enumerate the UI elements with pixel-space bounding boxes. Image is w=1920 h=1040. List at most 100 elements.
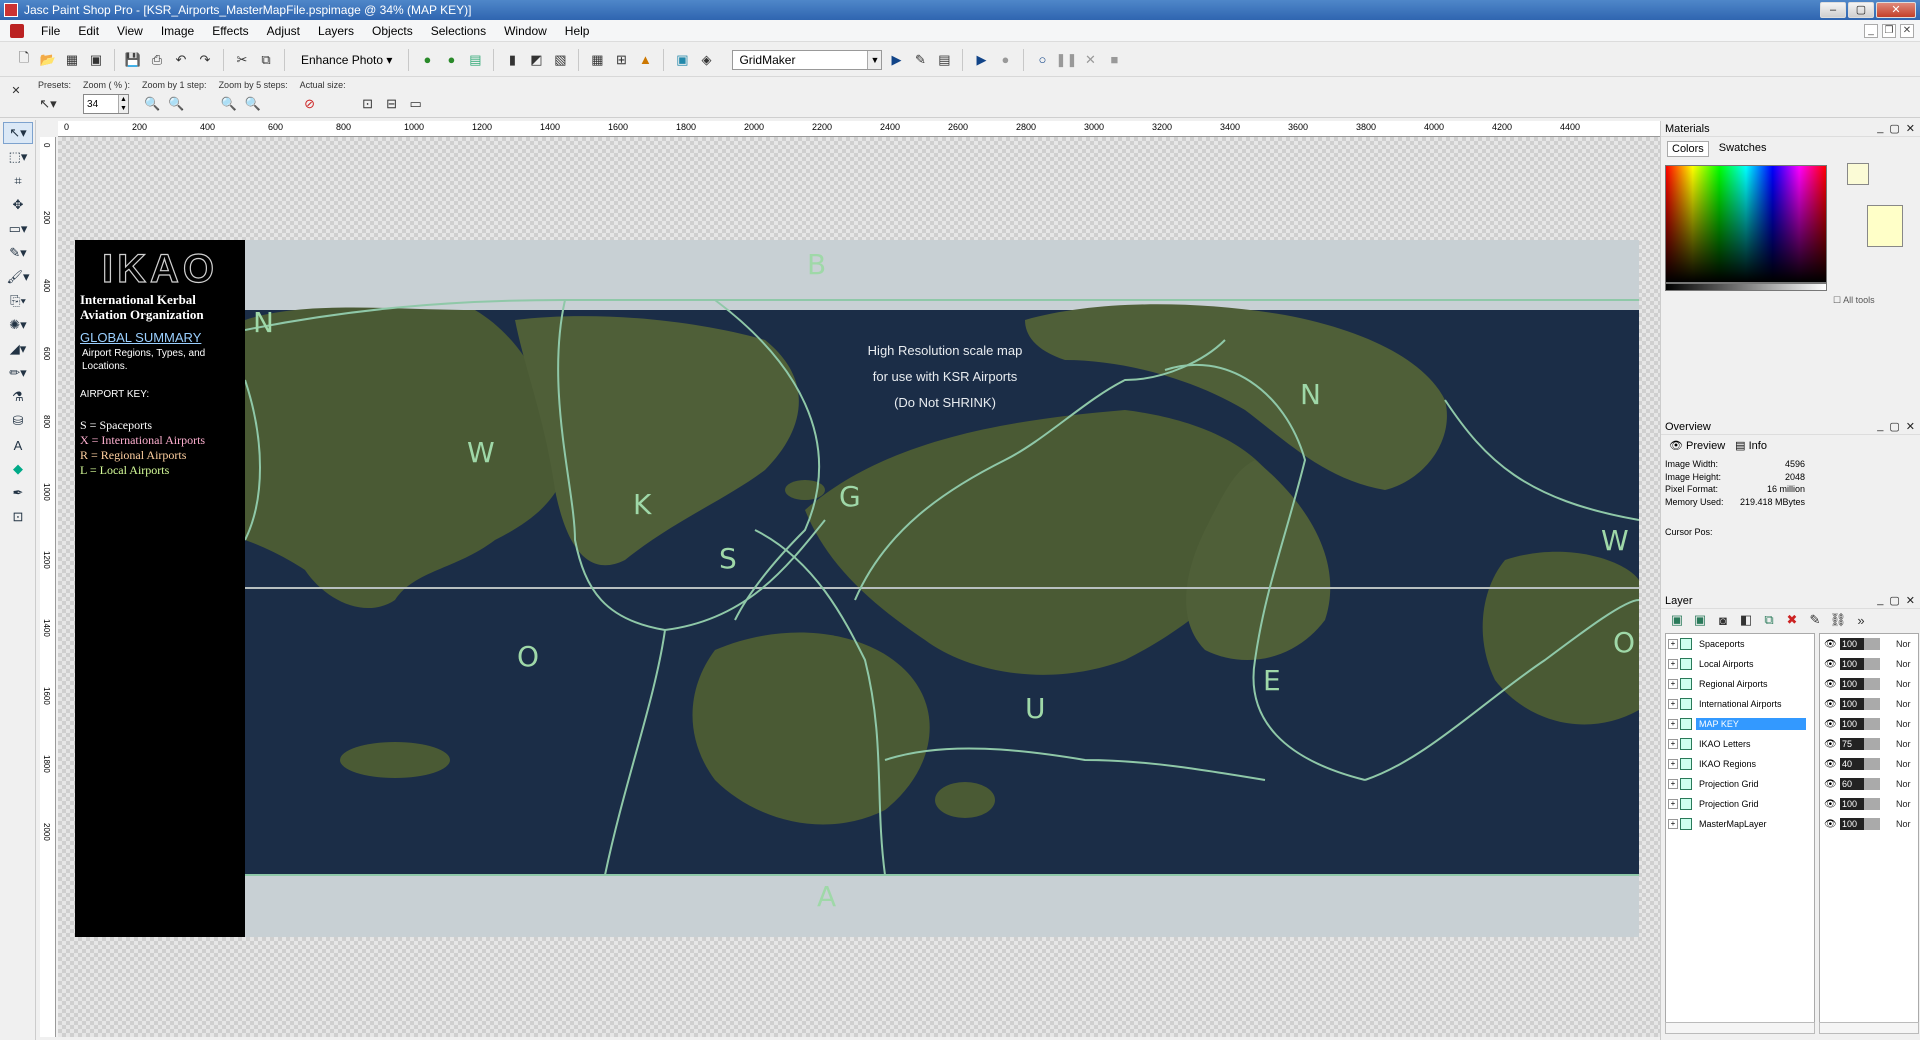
flood-fill-icon[interactable]: ⛁ [3, 410, 33, 432]
layer-opacity-slider[interactable]: 100 [1840, 698, 1880, 710]
foreground-swatch[interactable] [1847, 163, 1869, 185]
pen-tool-icon[interactable]: ✒ [3, 482, 33, 504]
visibility-eye-icon[interactable]: 👁 [1824, 719, 1837, 730]
browse-icon[interactable]: ▦ [62, 50, 82, 70]
panel-close-icon[interactable]: ✕ [1906, 122, 1915, 135]
tab-colors[interactable]: Colors [1667, 141, 1709, 157]
script-select[interactable]: GridMaker ▼ [732, 49, 883, 70]
layer-opacity-slider[interactable]: 60 [1840, 778, 1880, 790]
tab-info[interactable]: ▤ Info [1735, 439, 1767, 452]
undo-icon[interactable]: ↶ [171, 50, 191, 70]
zoom-percent-input[interactable]: 34 ▲ ▼ [83, 94, 130, 114]
doc-minimize-icon[interactable]: _ [1864, 23, 1878, 38]
layer-opacity-slider[interactable]: 100 [1840, 818, 1880, 830]
image-icon[interactable]: ▣ [672, 50, 692, 70]
selection-tool-icon[interactable]: ⬚▾ [3, 146, 33, 168]
move-tool-icon[interactable]: ✥ [3, 194, 33, 216]
menu-adjust[interactable]: Adjust [258, 24, 309, 38]
menu-view[interactable]: View [108, 24, 152, 38]
zoom-spin-icon[interactable]: ▲ ▼ [118, 95, 129, 113]
blend-mode[interactable]: Nor [1896, 679, 1911, 689]
eraser-tool-icon[interactable]: ◢▾ [3, 338, 33, 360]
canvas-area[interactable]: IKAO International Kerbal Aviation Organ… [58, 137, 1660, 1037]
tab-swatches[interactable]: Swatches [1715, 141, 1771, 157]
blend-mode[interactable]: Nor [1896, 799, 1911, 809]
zoom-in-icon[interactable]: 🔍 [166, 94, 186, 114]
copy-icon[interactable]: ⧉ [256, 50, 276, 70]
cancel-icon[interactable]: ✕ [1080, 50, 1100, 70]
panel-maximize-icon[interactable]: ▢ [1889, 122, 1899, 135]
expand-layer-icon[interactable]: + [1668, 759, 1678, 769]
save-icon[interactable]: 💾 [123, 50, 143, 70]
expand-layer-icon[interactable]: + [1668, 779, 1678, 789]
link-layer-icon[interactable]: ⛓ [1828, 610, 1848, 630]
duplicate-layer-icon[interactable]: ⧉ [1759, 610, 1779, 630]
panel-maximize-icon[interactable]: ▢ [1889, 594, 1899, 607]
blend-mode[interactable]: Nor [1896, 759, 1911, 769]
layer-row[interactable]: + International Airports [1666, 694, 1814, 714]
guides-icon[interactable]: ⊞ [611, 50, 631, 70]
enhance-photo-button[interactable]: Enhance Photo ▾ [293, 50, 400, 70]
new-raster-layer-icon[interactable]: ▣ [1667, 610, 1687, 630]
doc-restore-icon[interactable]: ❐ [1882, 23, 1896, 38]
map-image[interactable]: IKAO International Kerbal Aviation Organ… [75, 240, 1639, 937]
color-spectrum[interactable] [1665, 165, 1827, 283]
delete-layer-icon[interactable]: ✖ [1782, 610, 1802, 630]
grayscale-bar[interactable] [1665, 283, 1827, 291]
triangle-icon[interactable]: ▲ [635, 50, 655, 70]
zoom-out-5-icon[interactable]: 🔍 [219, 94, 239, 114]
expand-layer-icon[interactable]: + [1668, 679, 1678, 689]
new-vector-layer-icon[interactable]: ▣ [1690, 610, 1710, 630]
menu-objects[interactable]: Objects [363, 24, 422, 38]
visibility-eye-icon[interactable]: 👁 [1824, 699, 1837, 710]
layer-opacity-slider[interactable]: 40 [1840, 758, 1880, 770]
zoom-out-icon[interactable]: 🔍 [142, 94, 162, 114]
blend-mode[interactable]: Nor [1896, 639, 1911, 649]
picture-icon[interactable]: ▤ [465, 50, 485, 70]
layer-row[interactable]: + Local Airports [1666, 654, 1814, 674]
expand-layer-icon[interactable]: + [1668, 819, 1678, 829]
visibility-eye-icon[interactable]: 👁 [1824, 819, 1837, 830]
grid-icon[interactable]: ▦ [587, 50, 607, 70]
blend-mode[interactable]: Nor [1896, 819, 1911, 829]
visibility-eye-icon[interactable]: 👁 [1824, 799, 1837, 810]
blend-mode[interactable]: Nor [1896, 719, 1911, 729]
layer-opacity-slider[interactable]: 100 [1840, 718, 1880, 730]
menu-image[interactable]: Image [152, 24, 203, 38]
new-adjustment-layer-icon[interactable]: ◧ [1736, 610, 1756, 630]
menu-layers[interactable]: Layers [309, 24, 363, 38]
expand-layer-icon[interactable]: + [1668, 739, 1678, 749]
menu-selections[interactable]: Selections [422, 24, 495, 38]
panel-close-icon[interactable]: ✕ [1906, 420, 1915, 433]
menu-window[interactable]: Window [495, 24, 556, 38]
layer-props-scrollbar[interactable] [1819, 1022, 1919, 1034]
menu-file[interactable]: File [32, 24, 69, 38]
layer-row[interactable]: + Projection Grid [1666, 794, 1814, 814]
expand-layer-icon[interactable]: + [1668, 659, 1678, 669]
panel-minimize-icon[interactable]: _ [1877, 122, 1883, 135]
document-icon[interactable] [10, 23, 24, 38]
panel-minimize-icon[interactable]: _ [1877, 594, 1883, 607]
dropper-tool-icon[interactable]: ✎▾ [3, 242, 33, 264]
picture-tube-icon[interactable]: ✏▾ [3, 362, 33, 384]
redo-icon[interactable]: ↷ [195, 50, 215, 70]
visibility-eye-icon[interactable]: 👁 [1824, 639, 1837, 650]
zoom-in-5-icon[interactable]: 🔍 [243, 94, 263, 114]
run-script-icon[interactable]: ▶ [886, 50, 906, 70]
layer-row[interactable]: + Regional Airports [1666, 674, 1814, 694]
run-selected-icon[interactable]: ▶ [971, 50, 991, 70]
layer-opacity-slider[interactable]: 100 [1840, 678, 1880, 690]
toggle-script-icon[interactable]: ▤ [934, 50, 954, 70]
visibility-eye-icon[interactable]: 👁 [1824, 779, 1837, 790]
layer-row[interactable]: + Projection Grid [1666, 774, 1814, 794]
expand-layer-icon[interactable]: + [1668, 799, 1678, 809]
pointer-tool-icon[interactable]: ↖▾ [3, 122, 33, 144]
layer-list-scrollbar[interactable] [1665, 1022, 1815, 1034]
layer-row[interactable]: + MasterMapLayer [1666, 814, 1814, 834]
rectangle-select-icon[interactable]: ▭▾ [3, 218, 33, 240]
blend-mode[interactable]: Nor [1896, 659, 1911, 669]
blend-mode[interactable]: Nor [1896, 739, 1911, 749]
levels-icon[interactable]: ◩ [526, 50, 546, 70]
visibility-eye-icon[interactable]: 👁 [1824, 659, 1837, 670]
menu-help[interactable]: Help [556, 24, 599, 38]
